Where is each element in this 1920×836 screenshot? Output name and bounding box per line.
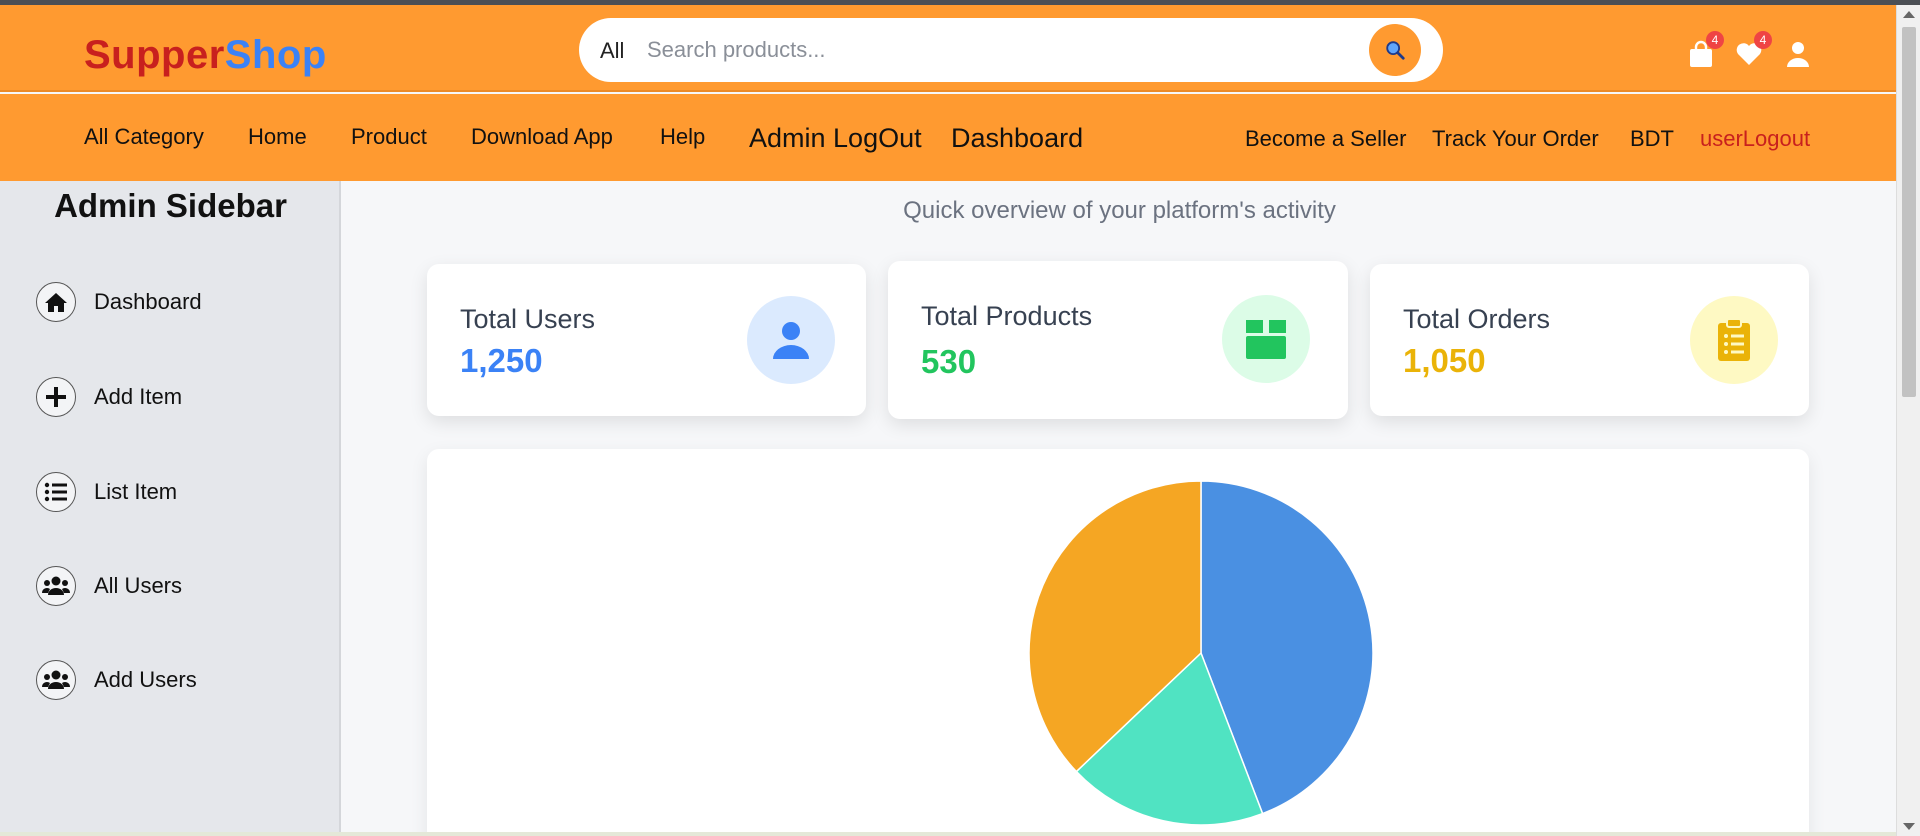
sidebar-item-label: Add Item [94,384,183,409]
main-nav: All Category Home Product Download App H… [0,94,1896,181]
stat-card-orders: Total Orders 1,050 [1370,264,1809,416]
logo-part-supper: Supper [84,33,225,77]
nav-become-seller[interactable]: Become a Seller [1245,126,1406,152]
stat-value: 1,250 [460,342,543,379]
sidebar-item-label: List Item [94,479,178,504]
search-input[interactable] [647,32,1327,68]
sidebar-item-label: All Users [94,573,183,598]
account-button[interactable] [1783,39,1813,69]
wishlist-count-badge: 4 [1754,31,1772,49]
cart-button[interactable]: 4 [1686,31,1724,69]
box-icon [1222,295,1310,383]
search-bar: All [579,18,1443,82]
stat-title: Total Products [921,301,1093,331]
dashboard-link[interactable]: Dashboard [951,123,1083,154]
scrollbar-thumb[interactable] [1902,27,1916,397]
stat-title: Total Orders [1403,304,1551,334]
nav-download-app[interactable]: Download App [471,124,613,150]
stat-card-products: Total Products 530 [888,261,1348,419]
stat-value: 1,050 [1403,342,1486,379]
home-icon [36,282,76,322]
admin-sidebar: Admin Sidebar Dashboard Add Item List It… [0,181,341,836]
currency-selector[interactable]: BDT [1630,126,1674,152]
overview-pie-chart [1028,480,1374,826]
stat-value: 530 [921,343,977,380]
nav-track-order[interactable]: Track Your Order [1432,126,1599,152]
nav-help[interactable]: Help [660,124,705,150]
user-logout-link[interactable]: userLogout [1700,126,1810,152]
logo-part-shop: Shop [224,33,327,77]
scroll-up-arrow-icon[interactable] [1903,11,1915,18]
plus-icon [36,377,76,417]
sidebar-item-add-users[interactable]: Add Users [36,659,197,701]
scroll-down-arrow-icon[interactable] [1903,823,1915,830]
sidebar-item-list-item[interactable]: List Item [36,471,177,513]
user-icon [747,296,835,384]
search-icon [1386,41,1405,60]
page-subtitle: Quick overview of your platform's activi… [903,197,1336,224]
users-icon [36,660,76,700]
window-bottom-border [0,832,1896,836]
sidebar-item-all-users[interactable]: All Users [36,565,182,607]
sidebar-item-dashboard[interactable]: Dashboard [36,281,202,323]
search-category-select[interactable]: All [600,38,624,64]
sidebar-title: Admin Sidebar [54,187,287,224]
admin-logout-link[interactable]: Admin LogOut [749,123,922,154]
nav-home[interactable]: Home [248,124,307,150]
search-button[interactable] [1369,24,1421,76]
site-logo[interactable]: SupperShop [84,33,327,78]
dashboard-main: Quick overview of your platform's activi… [343,181,1896,836]
list-icon [36,472,76,512]
cart-count-badge: 4 [1706,31,1724,49]
sidebar-item-label: Add Users [94,667,197,692]
clipboard-icon [1690,296,1778,384]
stat-title: Total Users [460,304,596,334]
overview-chart-card [427,449,1809,836]
top-header: SupperShop All 4 4 [0,5,1896,92]
sidebar-item-label: Dashboard [94,289,202,314]
nav-product[interactable]: Product [351,124,427,150]
page-scrollbar[interactable] [1896,5,1920,836]
wishlist-button[interactable]: 4 [1734,31,1772,69]
nav-all-category[interactable]: All Category [84,124,204,150]
user-icon [1787,42,1809,67]
sidebar-item-add-item[interactable]: Add Item [36,376,182,418]
users-icon [36,566,76,606]
stat-card-users: Total Users 1,250 [427,264,866,416]
